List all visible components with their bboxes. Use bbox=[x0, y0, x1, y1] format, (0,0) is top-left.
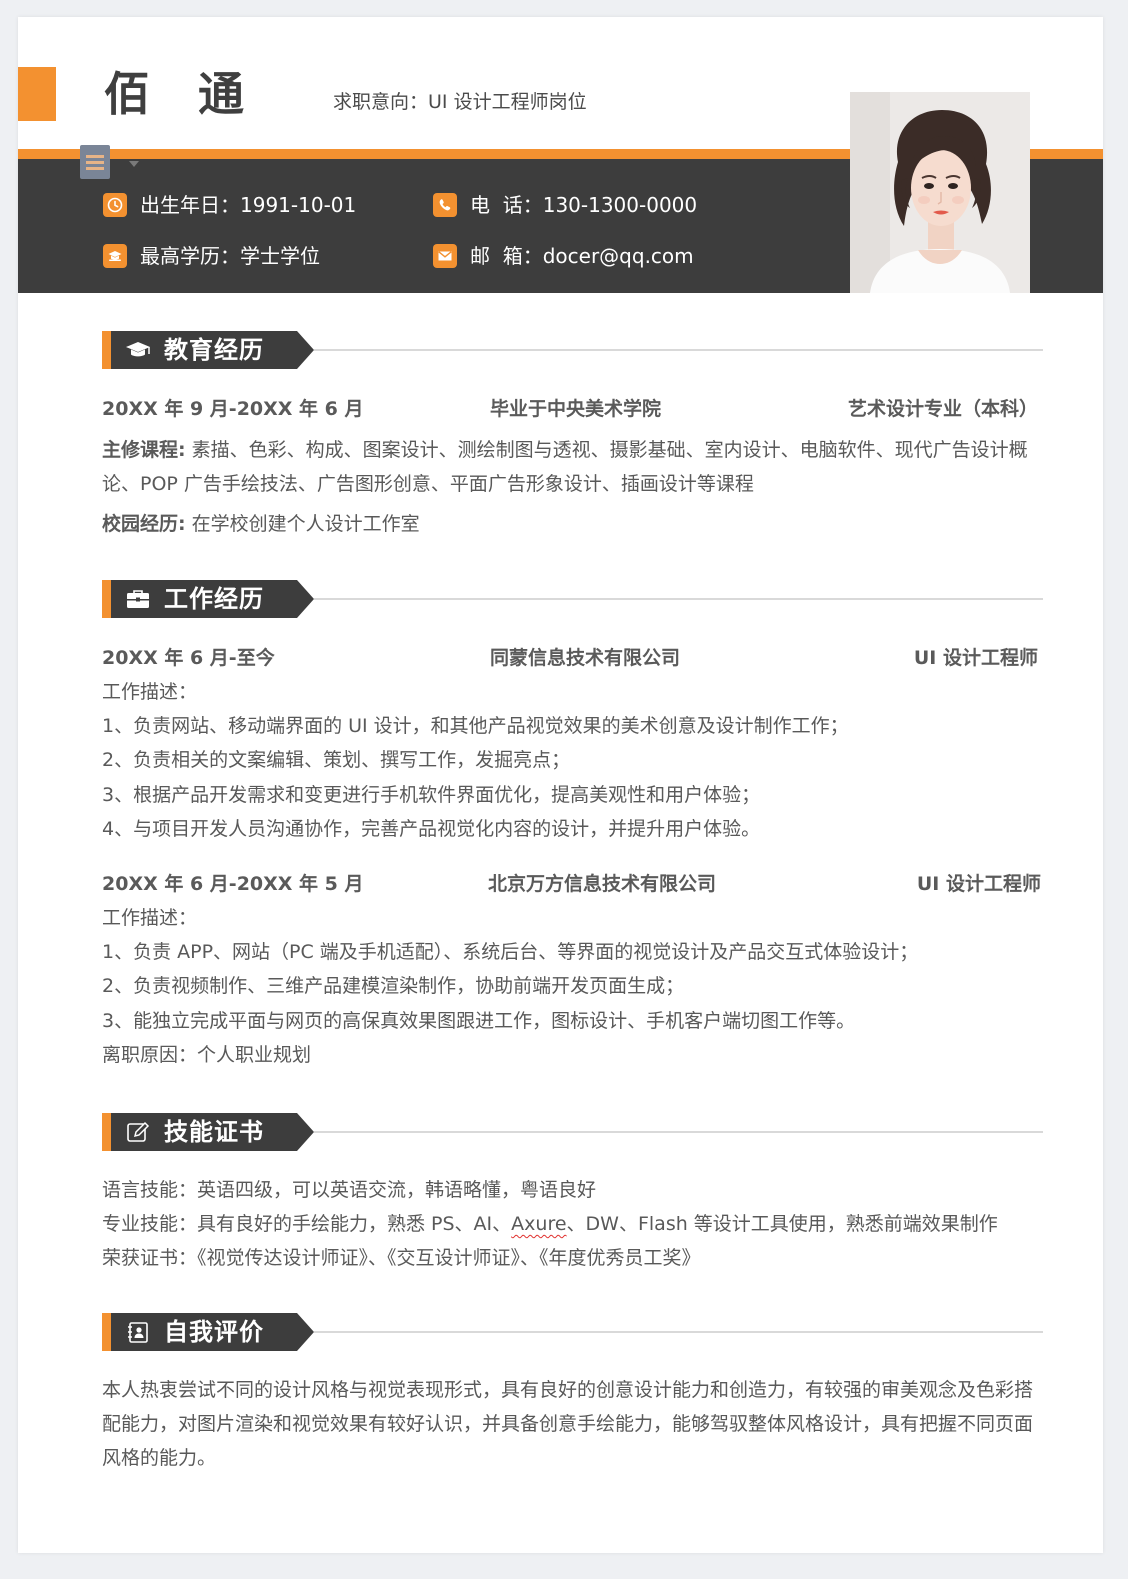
education-label: 最高学历： bbox=[140, 244, 240, 268]
info-birthdate: 出生年日： 1991-10-01 bbox=[103, 192, 356, 218]
section-header-work: 工作经历 bbox=[102, 580, 1043, 618]
section-header-self: 自我评价 bbox=[102, 1313, 1043, 1351]
info-phone: 电 话： 130-1300-0000 bbox=[433, 192, 697, 218]
job-role: UI 设计工程师 bbox=[913, 647, 1038, 669]
job-intent-label: 求职意向： bbox=[333, 91, 429, 113]
job-company: 北京万方信息技术有限公司 bbox=[488, 873, 717, 895]
education-courses: 主修课程: 素描、色彩、构成、图案设计、测绘制图与透视、摄影基础、室内设计、电脑… bbox=[102, 433, 1038, 501]
section-title: 技能证书 bbox=[164, 1118, 264, 1146]
section-title: 教育经历 bbox=[164, 336, 264, 364]
info-email: 邮 箱： docer@qq.com bbox=[433, 243, 694, 269]
job-role: UI 设计工程师 bbox=[916, 873, 1041, 895]
job-desc-item: 2、负责视频制作、三维产品建模渲染制作，协助前端开发页面生成； bbox=[102, 975, 685, 997]
job-desc-item: 2、负责相关的文案编辑、策划、撰写工作，发掘亮点； bbox=[102, 749, 571, 771]
job-desc-item: 1、负责网站、移动端界面的 UI 设计，和其他产品视觉效果的美术创意及设计制作工… bbox=[102, 715, 849, 737]
section-header-education: 教育经历 bbox=[102, 331, 1043, 369]
job-period: 20XX 年 6 月-至今 bbox=[102, 647, 275, 669]
birth-value: 1991-10-01 bbox=[240, 193, 357, 217]
education-campus: 校园经历: 在学校创建个人设计工作室 bbox=[102, 507, 1038, 541]
birth-label: 出生年日： bbox=[140, 193, 240, 217]
job-desc-item: 3、能独立完成平面与网页的高保真效果图跟进工作，图标设计、手机客户端切图工作等。 bbox=[102, 1010, 856, 1032]
profile-photo bbox=[850, 92, 1030, 293]
email-label: 邮 箱： bbox=[470, 244, 543, 268]
education-value: 学士学位 bbox=[240, 244, 320, 268]
info-education: 最高学历： 学士学位 bbox=[103, 243, 320, 269]
section-divider bbox=[314, 1331, 1043, 1333]
job-desc-label: 工作描述： bbox=[102, 907, 198, 929]
section-divider bbox=[314, 1131, 1043, 1133]
courses-text: 素描、色彩、构成、图案设计、测绘制图与透视、摄影基础、室内设计、电脑软件、现代广… bbox=[102, 439, 1028, 495]
skill-professional-prefix: 专业技能：具有良好的手绘能力，熟悉 PS、AI、 bbox=[102, 1213, 512, 1235]
job-period: 20XX 年 6 月-20XX 年 5 月 bbox=[102, 873, 364, 895]
contacts-book-icon bbox=[128, 1322, 148, 1343]
section-header-skills: 技能证书 bbox=[102, 1113, 1043, 1151]
skill-language: 语言技能：英语四级，可以英语交流，韩语略懂，粤语良好 bbox=[102, 1179, 597, 1201]
phone-icon bbox=[433, 193, 457, 217]
section-title: 自我评价 bbox=[164, 1318, 264, 1346]
briefcase-icon bbox=[127, 590, 149, 608]
spellcheck-word: Axure bbox=[511, 1213, 567, 1235]
job-desc-item: 1、负责 APP、网站（PC 端及手机适配）、系统后台、等界面的视觉设计及产品交… bbox=[102, 941, 919, 963]
job-row: 20XX 年 6 月-20XX 年 5 月 北京万方信息技术有限公司 UI 设计… bbox=[102, 870, 1041, 898]
campus-text: 在学校创建个人设计工作室 bbox=[185, 513, 420, 535]
job-desc-item: 4、与项目开发人员沟通协作，完善产品视觉化内容的设计，并提升用户体验。 bbox=[102, 818, 761, 840]
job-intent-value: UI 设计工程师岗位 bbox=[428, 91, 587, 113]
courses-label: 主修课程: bbox=[102, 439, 186, 461]
education-school: 毕业于中央美术学院 bbox=[490, 398, 662, 420]
job-intent: 求职意向：UI 设计工程师岗位 bbox=[333, 89, 587, 115]
section-divider bbox=[314, 598, 1043, 600]
job-desc-label: 工作描述： bbox=[102, 681, 198, 703]
self-evaluation-text: 本人热衷尝试不同的设计风格与视觉表现形式，具有良好的创意设计能力和创造力，有较强… bbox=[102, 1379, 1034, 1469]
campus-label: 校园经历: bbox=[102, 513, 186, 535]
graduation-icon bbox=[103, 244, 127, 268]
skill-certificates: 荣获证书：《视觉传达设计师证》、《交互设计师证》、《年度优秀员工奖》 bbox=[102, 1247, 701, 1269]
name-accent-bar bbox=[18, 67, 56, 121]
section-divider bbox=[314, 349, 1043, 351]
edit-icon bbox=[127, 1121, 150, 1142]
mail-icon bbox=[433, 244, 457, 268]
section-accent bbox=[102, 331, 111, 369]
education-row: 20XX 年 9 月-20XX 年 6 月 毕业于中央美术学院 艺术设计专业（本… bbox=[102, 395, 1038, 423]
education-period: 20XX 年 9 月-20XX 年 6 月 bbox=[102, 398, 364, 420]
candidate-name: 佰通 bbox=[104, 67, 292, 121]
job-company: 同蒙信息技术有限公司 bbox=[490, 647, 681, 669]
email-value: docer@qq.com bbox=[542, 244, 694, 268]
resume-page: 佰通 求职意向：UI 设计工程师岗位 出生年日： 1991-10-01 电 话： 1… bbox=[18, 17, 1103, 1553]
job-row: 20XX 年 6 月-至今 同蒙信息技术有限公司 UI 设计工程师 bbox=[102, 644, 1038, 672]
skill-professional-suffix: 、DW、Flash 等设计工具使用，熟悉前端效果制作 bbox=[566, 1213, 998, 1235]
section-accent bbox=[102, 1113, 111, 1151]
document-anchor-icon[interactable] bbox=[80, 145, 110, 179]
section-title: 工作经历 bbox=[164, 585, 264, 613]
phone-label: 电 话： bbox=[470, 193, 543, 217]
education-major: 艺术设计专业（本科） bbox=[847, 398, 1038, 420]
job-desc-item: 3、根据产品开发需求和变更进行手机软件界面优化，提高美观性和用户体验； bbox=[102, 784, 761, 806]
section-accent bbox=[102, 1313, 111, 1351]
clock-icon bbox=[103, 193, 127, 217]
section-accent bbox=[102, 580, 111, 618]
chevron-down-icon[interactable] bbox=[129, 161, 139, 167]
job-leave-reason: 离职原因：个人职业规划 bbox=[102, 1044, 312, 1066]
skill-professional: 专业技能：具有良好的手绘能力，熟悉 PS、AI、Axure、DW、Flash 等… bbox=[102, 1207, 1042, 1241]
phone-value: 130-1300-0000 bbox=[542, 193, 698, 217]
mortarboard-icon bbox=[126, 342, 150, 357]
